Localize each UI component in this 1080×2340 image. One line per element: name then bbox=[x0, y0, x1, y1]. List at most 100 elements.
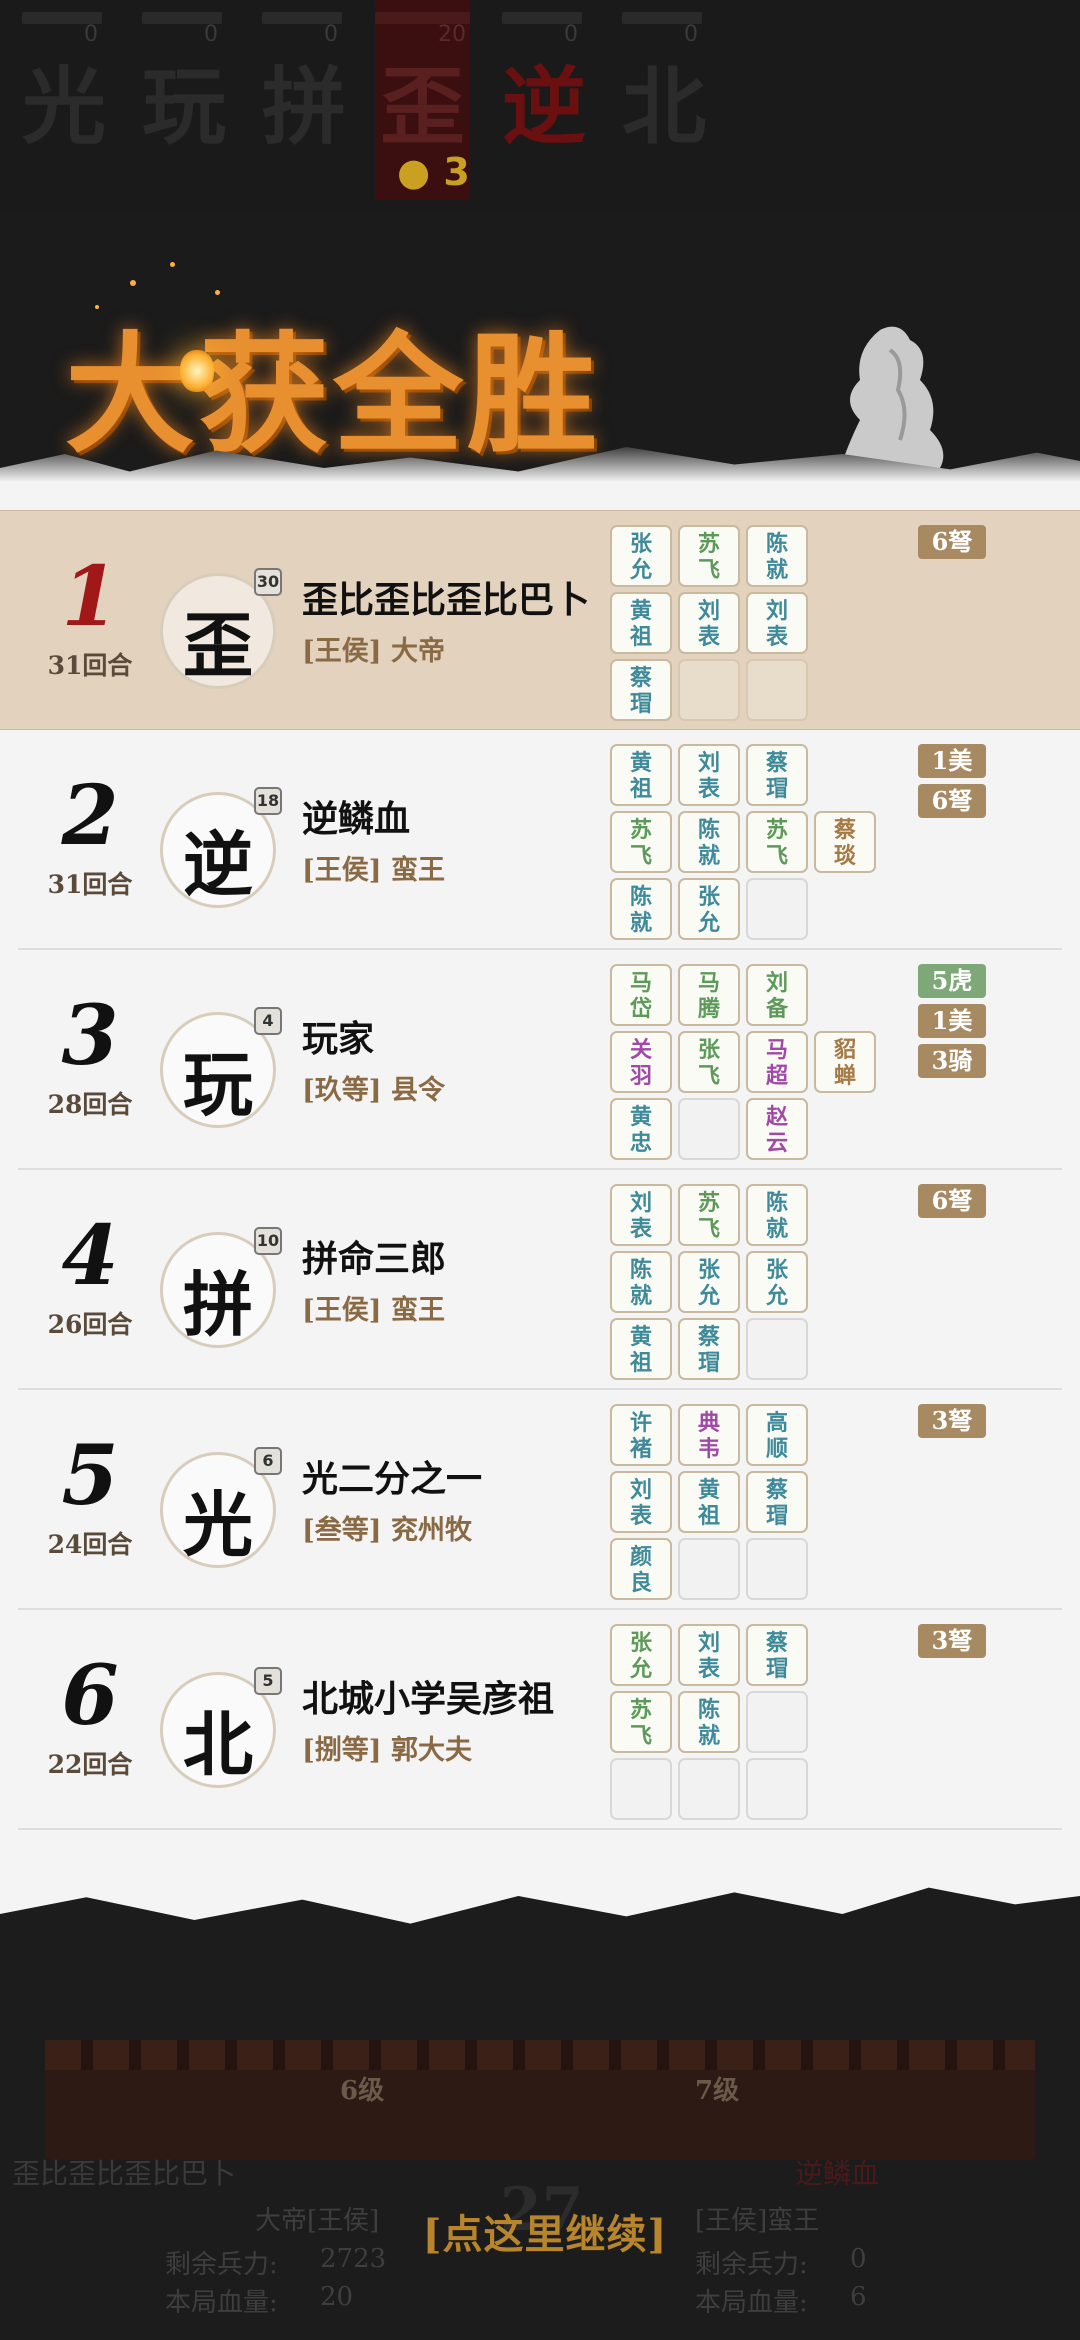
battle-summary-panel: 6级 7级 歪比歪比歪比巴卜 大帝[王侯] 剩余兵力: 2723 本局血量: 2… bbox=[0, 1830, 1080, 2340]
left-player-title: 大帝[王侯] bbox=[255, 2206, 380, 2236]
hero-card[interactable]: 张飞 bbox=[678, 1031, 740, 1093]
avatar-char: 逆 bbox=[183, 823, 253, 906]
empty-card-slot bbox=[746, 1538, 808, 1600]
ink-warrior-icon bbox=[840, 326, 944, 468]
top-player-slot: 0逆 bbox=[502, 0, 586, 156]
hero-card[interactable]: 黄祖 bbox=[610, 592, 672, 654]
synergy-tag: 3弩 bbox=[918, 1624, 986, 1658]
hero-card[interactable]: 张允 bbox=[678, 878, 740, 940]
hero-card[interactable]: 陈就 bbox=[746, 1184, 808, 1246]
rank-number: 5 bbox=[61, 1428, 119, 1524]
left-hp-label: 本局血量: bbox=[165, 2288, 278, 2318]
hero-card[interactable]: 陈就 bbox=[746, 525, 808, 587]
rounds-survived: 22回合 bbox=[47, 1750, 133, 1779]
hero-card[interactable]: 蔡瑁 bbox=[610, 659, 672, 721]
hero-card[interactable]: 黄祖 bbox=[610, 744, 672, 806]
hero-card[interactable]: 黄祖 bbox=[678, 1471, 740, 1533]
continue-button[interactable]: [点这里继续] bbox=[410, 2202, 680, 2260]
coin-count: ● 3 bbox=[397, 150, 470, 194]
avatar-char: 北 bbox=[183, 1703, 253, 1786]
hero-card[interactable]: 陈就 bbox=[610, 1251, 672, 1313]
hero-card[interactable]: 马超 bbox=[746, 1031, 808, 1093]
hero-card[interactable]: 高顺 bbox=[746, 1404, 808, 1466]
hero-card[interactable]: 刘表 bbox=[678, 592, 740, 654]
hero-card[interactable]: 张允 bbox=[610, 1624, 672, 1686]
hero-card[interactable]: 黄祖 bbox=[610, 1318, 672, 1380]
empty-card-slot bbox=[746, 659, 808, 721]
empty-card-slot bbox=[746, 1758, 808, 1820]
hero-card[interactable]: 刘表 bbox=[678, 1624, 740, 1686]
hero-card[interactable]: 刘备 bbox=[746, 964, 808, 1026]
hero-card[interactable]: 赵云 bbox=[746, 1098, 808, 1160]
hero-card-grid: 黄祖刘表蔡瑁苏飞陈就苏飞陈就张允蔡琰 bbox=[610, 744, 890, 944]
hero-card[interactable]: 陈就 bbox=[678, 811, 740, 873]
hero-card[interactable]: 典韦 bbox=[678, 1404, 740, 1466]
synergy-tags: 3弩 bbox=[918, 1404, 988, 1444]
hero-card-extra[interactable]: 蔡琰 bbox=[814, 811, 876, 873]
synergy-tags: 6弩 bbox=[918, 525, 988, 565]
hero-card[interactable]: 刘表 bbox=[678, 744, 740, 806]
hero-card[interactable]: 黄忠 bbox=[610, 1098, 672, 1160]
hero-card[interactable]: 马岱 bbox=[610, 964, 672, 1026]
synergy-tag: 3骑 bbox=[918, 1044, 986, 1078]
empty-card-slot bbox=[678, 659, 740, 721]
pavilion-roof bbox=[45, 2040, 1035, 2160]
avatar-char: 光 bbox=[183, 1483, 253, 1566]
left-troops-label: 剩余兵力: bbox=[165, 2250, 278, 2280]
player-avatar-char: 逆 bbox=[502, 57, 587, 156]
right-player-name: 逆鳞血 bbox=[795, 2157, 880, 2190]
hero-card[interactable]: 刘表 bbox=[610, 1471, 672, 1533]
hero-card[interactable]: 苏飞 bbox=[610, 1691, 672, 1753]
hero-card[interactable]: 蔡瑁 bbox=[746, 1624, 808, 1686]
victory-banner: 大获全胜 bbox=[0, 250, 1080, 510]
top-player-slot: 0拼 bbox=[262, 0, 346, 156]
avatar-char: 歪 bbox=[183, 604, 253, 687]
hero-card[interactable]: 张允 bbox=[610, 525, 672, 587]
ranking-list: 1 31回合歪 30 歪比歪比歪比巴卜 [王侯] 大帝张允苏飞陈就黄祖刘表刘表蔡瑁 6弩 2… bbox=[0, 510, 1080, 1830]
empty-card-slot bbox=[610, 1758, 672, 1820]
player-title: [王侯] 蛮王 bbox=[302, 1295, 445, 1326]
player-title: [王侯] 大帝 bbox=[302, 636, 445, 667]
hero-card[interactable]: 蔡瑁 bbox=[746, 1471, 808, 1533]
hero-card[interactable]: 许褚 bbox=[610, 1404, 672, 1466]
hero-card[interactable]: 苏飞 bbox=[746, 811, 808, 873]
player-name: 歪比歪比歪比巴卜 bbox=[302, 579, 591, 621]
hero-card[interactable]: 苏飞 bbox=[678, 1184, 740, 1246]
synergy-tag: 1美 bbox=[918, 1004, 986, 1038]
hero-card[interactable]: 张允 bbox=[678, 1251, 740, 1313]
hero-card[interactable]: 刘表 bbox=[746, 592, 808, 654]
hero-card[interactable]: 蔡瑁 bbox=[746, 744, 808, 806]
hero-card[interactable]: 马腾 bbox=[678, 964, 740, 1026]
hero-card-grid: 马岱马腾刘备关羽张飞马超黄忠 赵云貂蝉 bbox=[610, 964, 890, 1164]
top-player-slot: 0玩 bbox=[142, 0, 226, 156]
hero-card[interactable]: 苏飞 bbox=[678, 525, 740, 587]
level-badge: 4 bbox=[254, 1007, 282, 1035]
hero-card[interactable]: 苏飞 bbox=[610, 811, 672, 873]
rank-number: 2 bbox=[61, 768, 119, 864]
empty-card-slot bbox=[678, 1758, 740, 1820]
left-player-name: 歪比歪比歪比巴卜 bbox=[12, 2157, 237, 2190]
player-name: 玩家 bbox=[302, 1018, 375, 1060]
hero-card[interactable]: 蔡瑁 bbox=[678, 1318, 740, 1380]
hero-card[interactable]: 关羽 bbox=[610, 1031, 672, 1093]
player-title: [玖等] 县令 bbox=[302, 1075, 445, 1106]
hero-card-extra[interactable]: 貂蝉 bbox=[814, 1031, 876, 1093]
hero-card[interactable]: 刘表 bbox=[610, 1184, 672, 1246]
hero-card[interactable]: 陈就 bbox=[610, 878, 672, 940]
ink-edge-divider bbox=[0, 1830, 1080, 1924]
hero-card[interactable]: 颜良 bbox=[610, 1538, 672, 1600]
empty-card-slot bbox=[746, 1691, 808, 1753]
left-hp-value: 20 bbox=[320, 2282, 354, 2312]
victory-title: 大获全胜 bbox=[65, 318, 602, 471]
top-player-bar: 0 光 0 玩 0 拼 20 歪 ● 3 0逆0北 bbox=[0, 0, 1080, 210]
hero-card-grid: 刘表苏飞陈就陈就张允张允黄祖蔡瑁 bbox=[610, 1184, 890, 1384]
hero-card[interactable]: 张允 bbox=[746, 1251, 808, 1313]
right-hp-label: 本局血量: bbox=[695, 2288, 808, 2318]
synergy-tags: 5虎 1美 3骑 bbox=[918, 964, 988, 1084]
hero-card[interactable]: 陈就 bbox=[678, 1691, 740, 1753]
rounds-survived: 28回合 bbox=[47, 1090, 133, 1119]
player-avatar-char: 歪 bbox=[380, 57, 465, 156]
rank-number: 4 bbox=[61, 1208, 119, 1304]
top-player-slot: 0光 bbox=[22, 0, 106, 156]
level-badge: 5 bbox=[254, 1667, 282, 1695]
